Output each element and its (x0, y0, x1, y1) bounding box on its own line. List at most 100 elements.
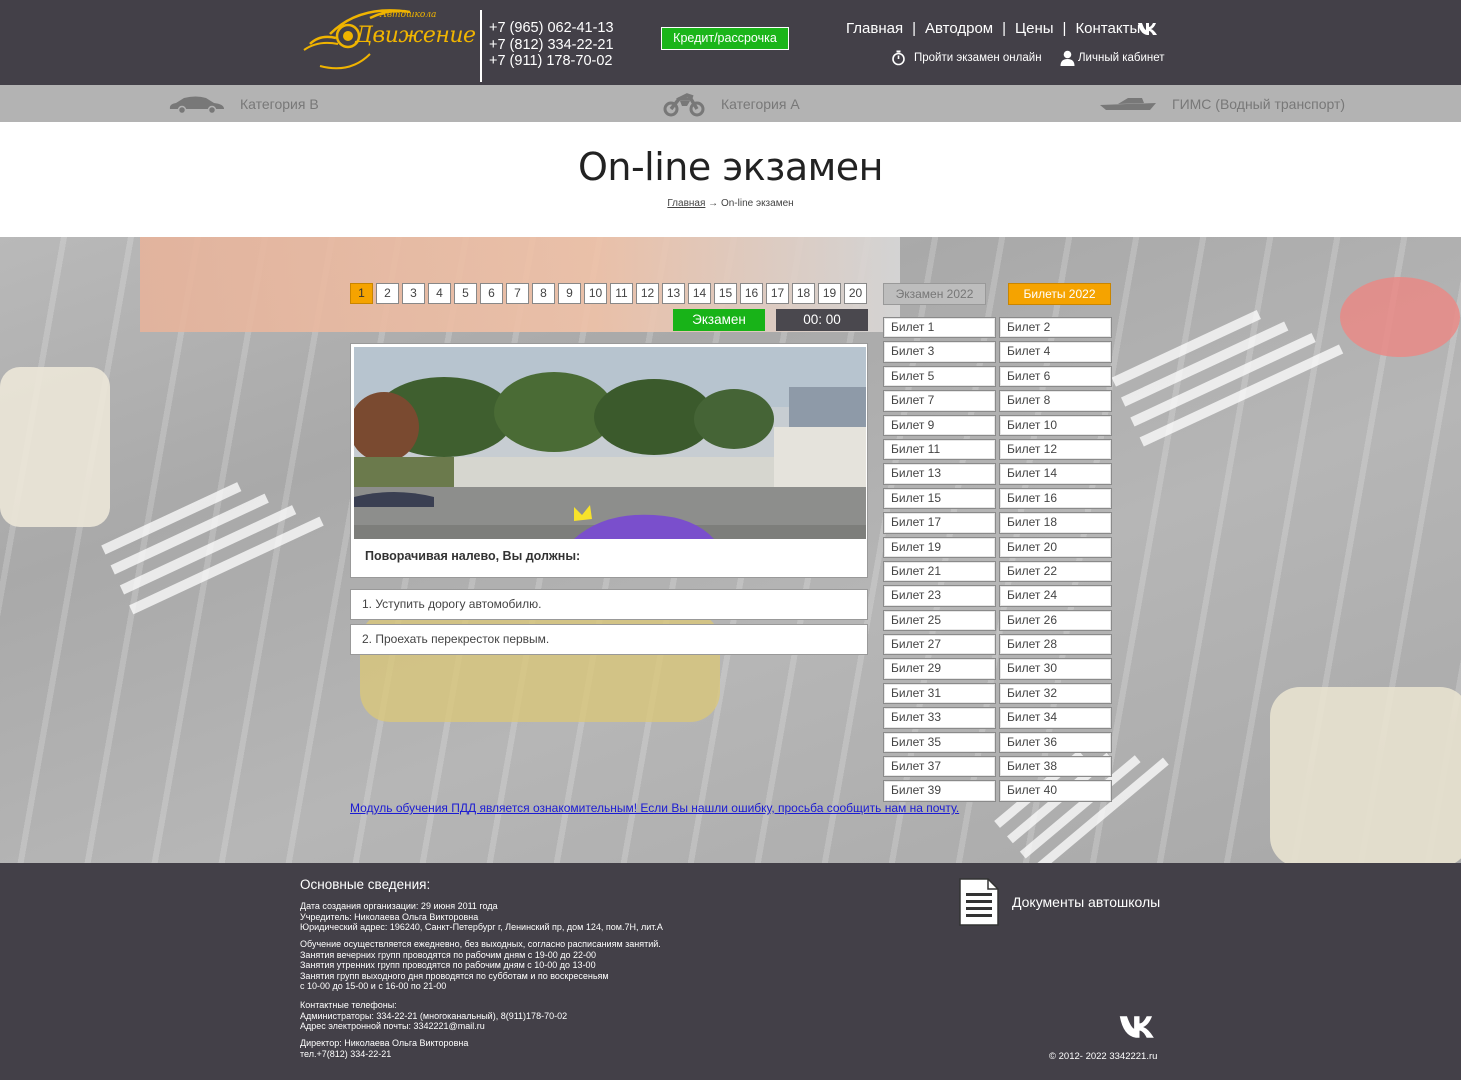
question-number-button[interactable]: 2 (376, 283, 399, 304)
question-number-button[interactable]: 8 (532, 283, 555, 304)
question-number-button[interactable]: 1 (350, 283, 373, 304)
category-b-label: Категория B (240, 95, 319, 112)
exam-online-link[interactable]: Пройти экзамен онлайн (891, 50, 1042, 66)
question-number-button[interactable]: 4 (428, 283, 451, 304)
ticket-button[interactable]: Билет 15 (883, 487, 996, 510)
ticket-button[interactable]: Билет 32 (999, 682, 1112, 705)
ticket-button[interactable]: Билет 12 (999, 438, 1112, 461)
nav-contacts[interactable]: Контакты (1075, 20, 1140, 37)
ticket-button[interactable]: Билет 3 (883, 341, 996, 363)
ticket-button[interactable]: Билет 9 (883, 414, 996, 436)
question-number-button[interactable]: 12 (636, 283, 659, 304)
ticket-button[interactable]: Билет 38 (999, 756, 1112, 778)
footer-schedule-line: с 10-00 до 15-00 и с 16-00 по 21-00 (300, 981, 447, 991)
ticket-button[interactable]: Билет 14 (999, 463, 1112, 485)
question-number-button[interactable]: 15 (714, 283, 737, 304)
ticket-button[interactable]: Билет 22 (999, 560, 1112, 583)
category-gims-label: ГИМС (Водный транспорт) (1172, 95, 1346, 112)
ticket-button[interactable]: Билет 11 (883, 438, 996, 461)
nav-separator: | (1062, 20, 1067, 37)
logo-subtitle: Автошкола (380, 10, 437, 20)
ticket-button[interactable]: Билет 8 (999, 390, 1112, 412)
question-number-button[interactable]: 7 (506, 283, 529, 304)
ticket-button[interactable]: Билет 30 (999, 658, 1112, 680)
question-number-button[interactable]: 20 (844, 283, 867, 304)
question-number-button[interactable]: 19 (818, 283, 841, 304)
question-number-button[interactable]: 18 (792, 283, 815, 304)
ticket-button[interactable]: Билет 33 (883, 707, 996, 729)
ticket-button[interactable]: Билет 18 (999, 512, 1112, 534)
ticket-button[interactable]: Билет 36 (999, 731, 1112, 754)
ticket-button[interactable]: Билет 13 (883, 463, 996, 485)
ticket-button[interactable]: Билет 35 (883, 731, 996, 754)
ticket-button[interactable]: Билет 7 (883, 390, 996, 412)
copyright: © 2012- 2022 3342221.ru (1049, 1051, 1158, 1062)
ticket-button[interactable]: Билет 23 (883, 585, 996, 607)
notice-link[interactable]: Модуль обучения ПДД является ознакомител… (350, 801, 959, 815)
background-toy-car (0, 367, 110, 527)
background-beige-car (1270, 687, 1461, 863)
ticket-button[interactable]: Билет 21 (883, 560, 996, 583)
footer-contacts: Контактные телефоны: Администраторы: 334… (300, 1000, 567, 1032)
cabinet-label: Личный кабинет (1078, 52, 1165, 64)
question-number-button[interactable]: 16 (740, 283, 763, 304)
question-number-button[interactable]: 14 (688, 283, 711, 304)
footer-heading: Основные сведения: (300, 877, 431, 892)
ticket-button[interactable]: Билет 6 (999, 365, 1112, 388)
phone-1[interactable]: +7 (965) 062-41-13 (489, 20, 614, 37)
question-number-button[interactable]: 6 (480, 283, 503, 304)
footer-email[interactable]: Адрес электронной почты: 3342221@mail.ru (300, 1021, 567, 1032)
question-number-button[interactable]: 10 (584, 283, 607, 304)
exam-mode-label: Экзамен (673, 309, 765, 331)
footer-schedule-line: Занятия утренних групп проводятся по раб… (300, 960, 596, 970)
ticket-button[interactable]: Билет 39 (883, 780, 996, 802)
nav-home[interactable]: Главная (846, 20, 903, 37)
category-a-link[interactable]: Категория A (663, 85, 800, 122)
question-number-button[interactable]: 3 (402, 283, 425, 304)
vk-icon[interactable] (1137, 20, 1161, 38)
question-card: Поворачивая налево, Вы должны: (350, 343, 868, 578)
documents-link[interactable]: Документы автошколы (958, 877, 1160, 927)
ticket-button[interactable]: Билет 2 (999, 317, 1112, 339)
phone-2[interactable]: +7 (812) 334-22-21 (489, 37, 614, 54)
question-text: Поворачивая налево, Вы должны: (365, 549, 581, 563)
logo-text[interactable]: Движение (355, 23, 476, 48)
ticket-button[interactable]: Билет 17 (883, 512, 996, 534)
phone-3[interactable]: +7 (911) 178-70-02 (489, 53, 614, 70)
cabinet-link[interactable]: Личный кабинет (1060, 50, 1165, 66)
answer-option-1[interactable]: 1. Уступить дорогу автомобилю. (350, 589, 868, 620)
tab-tickets-2022[interactable]: Билеты 2022 (1008, 283, 1111, 305)
phone-list: +7 (965) 062-41-13 +7 (812) 334-22-21 +7… (489, 20, 614, 70)
nav-prices[interactable]: Цены (1015, 20, 1054, 37)
ticket-button[interactable]: Билет 20 (999, 536, 1112, 558)
question-number-button[interactable]: 11 (610, 283, 633, 304)
breadcrumb-home[interactable]: Главная (667, 198, 705, 209)
ticket-button[interactable]: Билет 5 (883, 365, 996, 388)
tab-exam-2022[interactable]: Экзамен 2022 (883, 283, 986, 305)
ticket-button[interactable]: Билет 1 (883, 317, 996, 339)
category-b-link[interactable]: Категория B (168, 85, 319, 122)
question-number-button[interactable]: 5 (454, 283, 477, 304)
ticket-button[interactable]: Билет 26 (999, 609, 1112, 632)
question-number-button[interactable]: 9 (558, 283, 581, 304)
answer-option-2[interactable]: 2. Проехать перекресток первым. (350, 624, 868, 655)
ticket-button[interactable]: Билет 19 (883, 536, 996, 558)
ticket-button[interactable]: Билет 37 (883, 756, 996, 778)
ticket-button[interactable]: Билет 10 (999, 414, 1112, 436)
credit-button[interactable]: Кредит/рассрочка (661, 27, 789, 50)
ticket-button[interactable]: Билет 16 (999, 487, 1112, 510)
category-gims-link[interactable]: ГИМС (Водный транспорт) (1098, 85, 1345, 122)
ticket-button[interactable]: Билет 27 (883, 634, 996, 656)
ticket-button[interactable]: Билет 31 (883, 682, 996, 705)
ticket-button[interactable]: Билет 4 (999, 341, 1112, 363)
ticket-button[interactable]: Билет 29 (883, 658, 996, 680)
question-number-button[interactable]: 13 (662, 283, 685, 304)
ticket-button[interactable]: Билет 28 (999, 634, 1112, 656)
ticket-button[interactable]: Билет 40 (999, 780, 1112, 802)
question-number-button[interactable]: 17 (766, 283, 789, 304)
ticket-button[interactable]: Билет 25 (883, 609, 996, 632)
ticket-button[interactable]: Билет 24 (999, 585, 1112, 607)
vk-icon[interactable] (1118, 1013, 1161, 1041)
ticket-button[interactable]: Билет 34 (999, 707, 1112, 729)
nav-autodrom[interactable]: Автодром (925, 20, 993, 37)
